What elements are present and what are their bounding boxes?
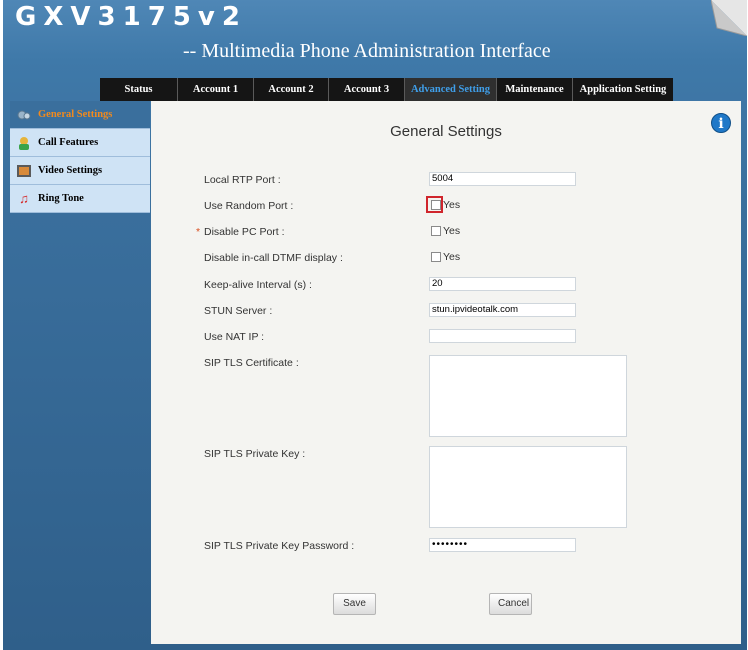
cancel-button[interactable]: Cancel: [489, 593, 532, 615]
highlight-box: [426, 196, 443, 213]
keep-alive-input[interactable]: 20: [429, 277, 576, 291]
checkbox-box[interactable]: [431, 252, 441, 262]
checkbox-box[interactable]: [431, 226, 441, 236]
local-rtp-port-input[interactable]: 5004: [429, 172, 576, 186]
sidebar-item-ring-tone[interactable]: ♫ Ring Tone: [10, 185, 150, 213]
sidebar-item-label: Call Features: [38, 137, 99, 148]
disable-dtmf-checkbox[interactable]: Yes: [431, 251, 460, 263]
tab-account-2[interactable]: Account 2: [254, 78, 329, 101]
sip-tls-certificate-textarea[interactable]: [429, 355, 627, 437]
sip-tls-private-key-textarea[interactable]: [429, 446, 627, 528]
call-features-icon: [16, 135, 32, 151]
use-nat-ip-input[interactable]: [429, 329, 576, 343]
app-subtitle: -- Multimedia Phone Administration Inter…: [183, 40, 551, 62]
sip-tls-certificate-label: SIP TLS Certificate :: [204, 357, 299, 369]
settings-panel: General Settings i Local RTP Port : 5004…: [151, 101, 741, 644]
disable-dtmf-label: Disable in-call DTMF display :: [204, 252, 343, 264]
video-icon: [16, 163, 32, 179]
keep-alive-label: Keep-alive Interval (s) :: [204, 279, 312, 291]
sidebar: General Settings Call Features Video Set…: [10, 101, 150, 213]
sidebar-item-label: Ring Tone: [38, 193, 84, 204]
info-icon[interactable]: i: [711, 113, 731, 133]
page-title: General Settings: [390, 123, 502, 140]
app-frame: GXV3175v2 -- Multimedia Phone Administra…: [3, 0, 747, 650]
sidebar-item-label: Video Settings: [38, 165, 103, 176]
checkbox-option-label: Yes: [443, 225, 461, 237]
sip-tls-key-password-label: SIP TLS Private Key Password :: [204, 540, 355, 552]
music-note-icon: ♫: [19, 190, 29, 206]
tab-status[interactable]: Status: [100, 78, 178, 101]
use-random-port-label: Use Random Port :: [204, 200, 294, 212]
stun-server-input[interactable]: stun.ipvideotalk.com: [429, 303, 576, 317]
save-button[interactable]: Save: [333, 593, 376, 615]
page-curl-icon: [711, 0, 747, 36]
brand-logo: GXV3175v2: [15, 2, 247, 32]
tab-application-setting[interactable]: Application Setting: [573, 78, 673, 101]
checkbox-option-label: Yes: [443, 199, 461, 211]
tab-advanced-setting[interactable]: Advanced Setting: [405, 78, 497, 101]
checkbox-option-label: Yes: [443, 251, 461, 263]
top-nav: Status Account 1 Account 2 Account 3 Adv…: [100, 78, 673, 101]
disable-pc-port-label: * Disable PC Port :: [196, 226, 285, 238]
sip-tls-key-password-input[interactable]: ••••••••: [429, 538, 576, 552]
disable-pc-port-checkbox[interactable]: Yes: [431, 225, 460, 237]
use-nat-ip-label: Use NAT IP :: [204, 331, 265, 343]
sidebar-item-label: General Settings: [38, 109, 113, 120]
sidebar-item-general-settings[interactable]: General Settings: [10, 101, 150, 129]
tab-account-1[interactable]: Account 1: [178, 78, 254, 101]
disable-pc-port-text: Disable PC Port :: [204, 226, 285, 238]
required-mark: *: [196, 226, 201, 238]
sidebar-item-video-settings[interactable]: Video Settings: [10, 157, 150, 185]
stun-server-label: STUN Server :: [204, 305, 273, 317]
sip-tls-private-key-label: SIP TLS Private Key :: [204, 448, 306, 460]
sidebar-item-call-features[interactable]: Call Features: [10, 129, 150, 157]
gears-icon: [16, 107, 32, 123]
tab-maintenance[interactable]: Maintenance: [497, 78, 573, 101]
tab-account-3[interactable]: Account 3: [329, 78, 405, 101]
local-rtp-port-label: Local RTP Port :: [204, 174, 281, 186]
